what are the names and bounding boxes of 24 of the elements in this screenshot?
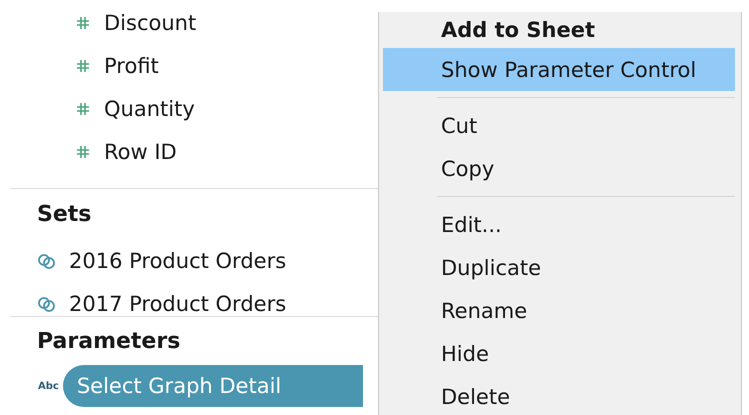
menu-item[interactable]: Cut [383,104,735,147]
section-heading: Parameters [37,328,182,356]
section-heading: Sets [37,200,92,228]
menu-item[interactable]: Add to Sheet [383,12,735,48]
number-icon [76,16,90,30]
field-label[interactable]: Row ID [104,140,177,164]
menu-item[interactable]: Hide [383,332,735,375]
field-label[interactable]: Profit [104,54,159,78]
set-label[interactable]: 2017 Product Orders [69,292,286,316]
set-icon [37,296,57,312]
number-icon [76,144,90,158]
set-label[interactable]: 2016 Product Orders [69,248,286,272]
menu-item[interactable]: Copy [383,147,735,190]
number-icon [76,58,90,72]
number-icon [76,102,90,116]
menu-item[interactable]: Edit... [383,203,735,246]
menu-item[interactable]: Delete [383,375,735,415]
menu-item[interactable]: Rename [383,289,735,332]
set-icon [37,252,57,268]
field-label[interactable]: Quantity [104,96,195,120]
field-label[interactable]: Discount [104,10,196,34]
menu-item[interactable]: Show Parameter Control [383,48,735,91]
type-label: Abc [38,380,59,392]
menu-item[interactable]: Duplicate [383,246,735,289]
